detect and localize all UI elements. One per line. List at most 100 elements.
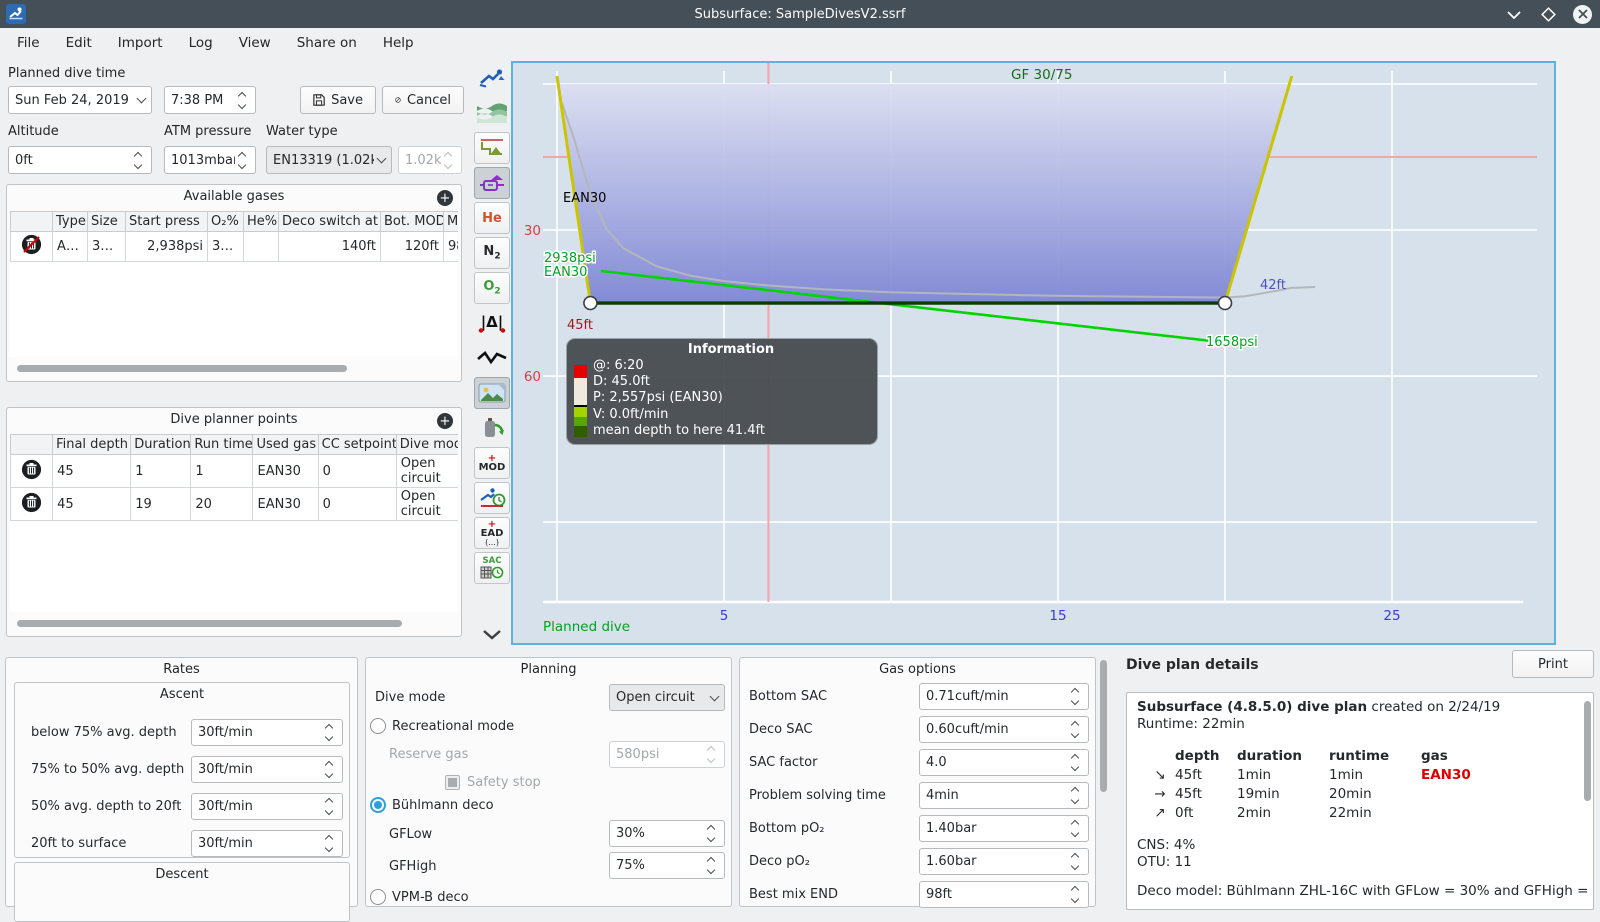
n2-graph-icon[interactable]: N2 — [474, 237, 510, 269]
column-header[interactable]: Final depth — [52, 434, 132, 455]
column-header[interactable]: Type — [52, 211, 88, 232]
save-button[interactable]: Save — [300, 86, 376, 114]
sac-icon[interactable]: SAC — [474, 552, 510, 584]
menu-log[interactable]: Log — [176, 30, 226, 56]
add-gas-button[interactable]: + — [437, 190, 453, 206]
rate-spinner[interactable]: 30ft/min — [191, 793, 343, 820]
water-type-select[interactable]: EN13319 (1.02k — [266, 146, 392, 174]
column-header[interactable]: CC setpoint — [317, 434, 397, 455]
trash-icon[interactable] — [21, 492, 42, 513]
profile-handle[interactable] — [583, 295, 598, 311]
column-header[interactable]: O₂% — [207, 211, 244, 232]
dive-profile-chart[interactable]: 5 15 25 30 60 GF 30/75 EAN30 2938psi EAN30 45ft 42… — [511, 61, 1556, 645]
ruler-icon[interactable]: |Δ| — [474, 307, 510, 339]
maximize-button[interactable] — [1539, 5, 1557, 23]
tooltip-line: V: 0.0ft/min — [593, 406, 669, 422]
gas-option-spinner[interactable]: 98ft — [919, 881, 1089, 908]
table-header-row: Final depth Duration Run time Used gas CC se… — [10, 434, 458, 455]
window-title: Subsurface: SampleDivesV2.ssrf — [694, 6, 906, 22]
menu-share-on[interactable]: Share on — [284, 30, 370, 56]
setpoint-icon[interactable] — [474, 167, 510, 199]
column-header[interactable]: Bot. MOD — [380, 211, 444, 232]
photos-icon[interactable] — [474, 377, 510, 409]
ead-icon[interactable]: + EAD (...) — [474, 517, 510, 549]
toolbar-scroll-down-icon[interactable] — [474, 618, 510, 650]
titlebar: Subsurface: SampleDivesV2.ssrf — [0, 0, 1600, 28]
heartrate-icon[interactable] — [474, 342, 510, 374]
profile-handle[interactable] — [1217, 295, 1233, 311]
recreational-mode-radio[interactable] — [370, 718, 386, 734]
table-row[interactable]: 45 1 1 EAN30 0 Open circuit — [10, 454, 458, 488]
plan-depth: 45ft — [1175, 767, 1202, 783]
cancel-button[interactable]: Cancel — [382, 86, 464, 114]
gases-hscrollbar[interactable] — [17, 365, 347, 372]
dive-time-spinner[interactable]: 7:38 PM — [164, 86, 256, 114]
gas-option-label: Problem solving time — [749, 788, 886, 803]
svg-text:30: 30 — [524, 223, 541, 239]
trash-icon[interactable] — [21, 459, 42, 480]
gas-option-spinner[interactable]: 1.40bar — [919, 815, 1089, 842]
descent-group: Descent — [14, 862, 350, 922]
gas-option-spinner[interactable]: 1.60bar — [919, 848, 1089, 875]
minimize-button[interactable] — [1505, 5, 1523, 23]
column-header[interactable]: MND — [443, 211, 458, 232]
vpmb-deco-radio[interactable] — [370, 889, 386, 905]
atm-pressure-spinner[interactable]: 1013mbar — [164, 146, 256, 174]
chart-label: EAN30 — [544, 265, 587, 280]
column-header[interactable]: Size — [87, 211, 126, 232]
column-header[interactable]: Run time — [190, 434, 254, 455]
menu-edit[interactable]: Edit — [53, 30, 105, 56]
gas-option-spinner[interactable]: 4min — [919, 782, 1089, 809]
dive-date-select[interactable]: Sun Feb 24, 2019 — [8, 86, 152, 114]
rate-spinner[interactable]: 30ft/min — [191, 830, 343, 857]
calculated-ceiling-icon[interactable] — [474, 132, 510, 164]
buhlmann-deco-radio[interactable] — [370, 797, 386, 813]
gas-option-label: SAC factor — [749, 755, 818, 770]
ceiling-waves-icon[interactable] — [474, 97, 510, 129]
mod-icon[interactable]: + MOD — [474, 447, 510, 479]
gfhigh-spinner[interactable]: 75% — [609, 852, 725, 879]
delete-cylinder-icon[interactable] — [21, 234, 42, 255]
menu-help[interactable]: Help — [370, 30, 427, 56]
deco-time-icon[interactable] — [474, 482, 510, 514]
svg-text:60: 60 — [524, 369, 541, 385]
plan-text-vscrollbar[interactable] — [1584, 701, 1591, 801]
options-vscrollbar[interactable] — [1100, 660, 1107, 792]
chart-label: 45ft — [567, 318, 593, 333]
column-header[interactable]: He% — [243, 211, 279, 232]
table-row[interactable]: A…3…2,938psi3…140ft120ft98f — [10, 231, 458, 262]
close-button[interactable] — [1573, 4, 1592, 24]
table-row[interactable]: 45 19 20 EAN30 0 Open circuit — [10, 487, 458, 521]
plan-duration: 19min — [1237, 786, 1280, 802]
gas-option-spinner[interactable]: 0.60cuft/min — [919, 716, 1089, 743]
gflow-spinner[interactable]: 30% — [609, 820, 725, 847]
column-header[interactable]: Deco switch at — [278, 211, 381, 232]
he-graph-icon[interactable]: He — [474, 202, 510, 234]
o2-graph-icon[interactable]: O2 — [474, 272, 510, 304]
column-header[interactable]: Start press — [125, 211, 208, 232]
chart-label: 2938psi — [544, 251, 596, 266]
rate-spinner[interactable]: 30ft/min — [191, 719, 343, 746]
tooltip-title: Information — [687, 342, 775, 357]
gas-option-spinner[interactable]: 0.71cuft/min — [919, 683, 1089, 710]
gas-option-spinner[interactable]: 4.0 — [919, 749, 1089, 776]
dive-mode-select[interactable]: Open circuit — [609, 684, 725, 711]
menu-view[interactable]: View — [226, 30, 284, 56]
planned-dive-time-label: Planned dive time — [8, 66, 126, 81]
rates-panel: Rates Ascent below 75% avg. depth 30ft/m… — [5, 657, 358, 922]
plan-cns: CNS: 4% — [1137, 837, 1196, 853]
menu-import[interactable]: Import — [105, 30, 176, 56]
print-button[interactable]: Print — [1512, 650, 1594, 678]
diver-icon[interactable] — [474, 62, 510, 94]
points-hscrollbar[interactable] — [17, 620, 402, 627]
tooltip-line: @: 6:20 — [593, 358, 644, 373]
gas-change-icon[interactable] — [474, 412, 510, 444]
menu-file[interactable]: File — [4, 30, 53, 56]
altitude-spinner[interactable]: 0ft — [8, 146, 152, 174]
column-header[interactable]: Used gas — [252, 434, 319, 455]
add-point-button[interactable]: + — [437, 413, 453, 429]
plan-otu: OTU: 11 — [1137, 854, 1192, 870]
rate-spinner[interactable]: 30ft/min — [191, 756, 343, 783]
column-header[interactable]: Duration — [130, 434, 192, 455]
column-header[interactable]: Dive mode — [395, 434, 458, 455]
